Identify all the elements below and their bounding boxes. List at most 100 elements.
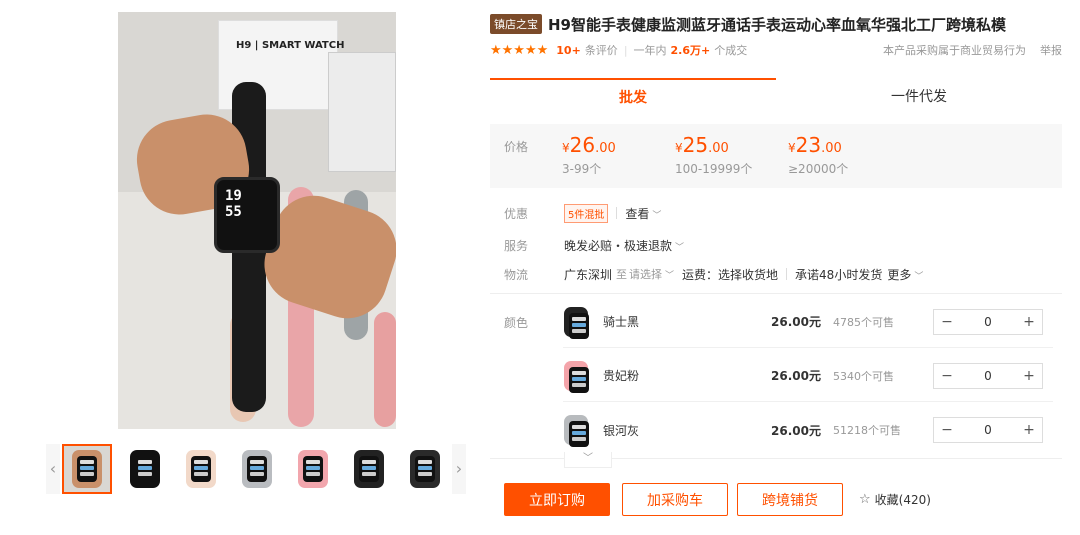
meta-right: 本产品采购属于商业贸易行为 举报: [883, 42, 1062, 58]
star-outline-icon: ☆: [859, 492, 871, 507]
decrease-button[interactable]: −: [934, 418, 960, 442]
expand-skus-button[interactable]: ﹀: [564, 452, 612, 468]
deal-prefix: 一年内: [633, 44, 667, 57]
ship-to-prefix: 至: [616, 268, 628, 281]
chevron-down-icon[interactable]: ﹀: [665, 268, 674, 281]
currency: ¥: [788, 141, 796, 155]
chevron-down-icon: ﹀: [914, 271, 924, 282]
quantity-stepper: − 0 +: [933, 308, 1043, 335]
thumb-prev-button[interactable]: ‹: [46, 444, 60, 494]
watch-face: 19 55: [214, 177, 280, 253]
decrease-button[interactable]: −: [934, 310, 960, 334]
quantity-input[interactable]: 0: [960, 369, 1016, 383]
thumbnail-video[interactable]: [62, 444, 112, 494]
section-divider: [490, 293, 1062, 294]
review-count[interactable]: 10+: [556, 44, 581, 57]
favorite-button[interactable]: ☆ 收藏(420): [859, 491, 931, 508]
quantity-stepper: − 0 +: [933, 362, 1043, 389]
logistics-more[interactable]: 更多 ﹀: [887, 266, 923, 283]
report-link[interactable]: 举报: [1040, 42, 1062, 58]
tier-price: ¥26.00: [562, 133, 616, 157]
sku-name: 银河灰: [603, 423, 640, 438]
deal-count: 2.6万+: [670, 44, 711, 57]
price-int: 26: [569, 133, 596, 157]
sku-row: 银河灰 26.00元 51218个可售 − 0 +: [563, 404, 1053, 456]
thumbnail-image[interactable]: [120, 444, 170, 494]
thumbnail-image[interactable]: [232, 444, 282, 494]
sku-stock: 5340个可售: [833, 369, 894, 383]
watch-thumb-icon: [410, 450, 440, 488]
tier-range: 100-19999个: [675, 162, 753, 176]
chevron-right-icon: ›: [455, 459, 463, 478]
price-int: 23: [795, 133, 822, 157]
quantity-stepper: − 0 +: [933, 417, 1043, 443]
price-box: 价格 ¥26.00 3-99个 ¥25.00 100-19999个 ¥23.00…: [490, 124, 1062, 188]
watch-thumb-icon: [564, 415, 589, 447]
tier-price: ¥25.00: [675, 133, 752, 157]
promo-row: 优惠 5件混批 查看 ﹀: [504, 203, 661, 223]
price-label: 价格: [504, 140, 529, 154]
sku-row: 贵妃粉 26.00元 5340个可售 − 0 +: [563, 350, 1053, 402]
watch-thumb-icon: [298, 450, 328, 488]
sku-price: 26.00元: [771, 423, 821, 438]
sku-name: 贵妃粉: [603, 369, 640, 383]
favorite-label: 收藏(420): [874, 493, 931, 507]
product-title: H9智能手表健康监测蓝牙通话手表运动心率血氧华强北工厂跨境私模: [548, 15, 1006, 34]
add-to-cart-button[interactable]: 加采购车: [622, 483, 728, 516]
watch-time: 19 55: [225, 188, 242, 220]
sku-price: 26.00元: [771, 369, 821, 383]
ship-promise: 承诺48小时发货: [795, 267, 883, 282]
watch-thumb-icon: [242, 450, 272, 488]
sku-row: 骑士黑 26.00元 4785个可售 − 0 +: [563, 296, 1053, 348]
watch-thumb-icon: [354, 450, 384, 488]
price-dec: .00: [595, 141, 616, 156]
logistics-label: 物流: [504, 267, 529, 282]
buy-now-button[interactable]: 立即订购: [504, 483, 610, 516]
thumbnail-image[interactable]: [344, 444, 394, 494]
chevron-left-icon: ‹: [49, 459, 57, 478]
service-text[interactable]: 晚发必赔・极速退款 ﹀: [564, 237, 684, 254]
watch-thumb-icon: [130, 450, 160, 488]
thumbnail-image[interactable]: [400, 444, 450, 494]
decrease-button[interactable]: −: [934, 364, 960, 388]
sku-stock: 4785个可售: [833, 315, 894, 329]
sku-thumbnail: [563, 360, 589, 393]
action-bar: 立即订购 加采购车 跨境铺货 ☆ 收藏(420): [504, 483, 931, 516]
main-product-video[interactable]: H9 | SMART WATCH 19 55: [118, 12, 396, 429]
tab-dropship[interactable]: 一件代发: [776, 78, 1062, 114]
chevron-down-icon: ﹀: [652, 210, 662, 221]
promo-view-label: 查看: [625, 206, 650, 221]
sku-name: 骑士黑: [603, 315, 640, 329]
watch-thumb-icon: [564, 306, 589, 339]
box-label: H9 | SMART WATCH: [236, 40, 345, 51]
tier-price: ¥23.00: [788, 133, 848, 157]
quantity-input[interactable]: 0: [960, 423, 1016, 437]
tier-range: ≥20000个: [788, 162, 849, 176]
service-value: 晚发必赔・极速退款: [564, 238, 673, 253]
pink-strap-2: [374, 312, 396, 427]
promo-view-link[interactable]: 查看 ﹀: [625, 205, 661, 222]
more-label: 更多: [887, 267, 912, 282]
sku-thumbnail: [563, 415, 589, 447]
sku-thumbnail: [563, 306, 589, 339]
rating-stars-icon: ★★★★★: [490, 42, 549, 58]
divider: [616, 207, 618, 219]
cross-border-button[interactable]: 跨境铺货: [737, 483, 843, 516]
chevron-down-icon: ﹀: [675, 242, 685, 253]
tab-wholesale[interactable]: 批发: [490, 78, 776, 114]
chevron-down-icon: ﹀: [583, 453, 593, 464]
increase-button[interactable]: +: [1016, 310, 1042, 334]
thumbnail-image[interactable]: [176, 444, 226, 494]
freight-info: 运费：选择收货地: [682, 267, 779, 282]
increase-button[interactable]: +: [1016, 364, 1042, 388]
price-dec: .00: [708, 141, 729, 156]
thumbnail-image[interactable]: [288, 444, 338, 494]
product-box-side: [328, 52, 396, 172]
thumb-next-button[interactable]: ›: [452, 444, 466, 494]
quantity-input[interactable]: 0: [960, 315, 1016, 329]
review-suffix: 条评价: [584, 44, 618, 57]
divider: [786, 268, 788, 280]
logistics-row: 物流 广东深圳 至 请选择 ﹀ 运费：选择收货地 承诺48小时发货 更多 ﹀: [504, 265, 923, 283]
increase-button[interactable]: +: [1016, 418, 1042, 442]
ship-to-select[interactable]: 请选择: [629, 266, 662, 282]
